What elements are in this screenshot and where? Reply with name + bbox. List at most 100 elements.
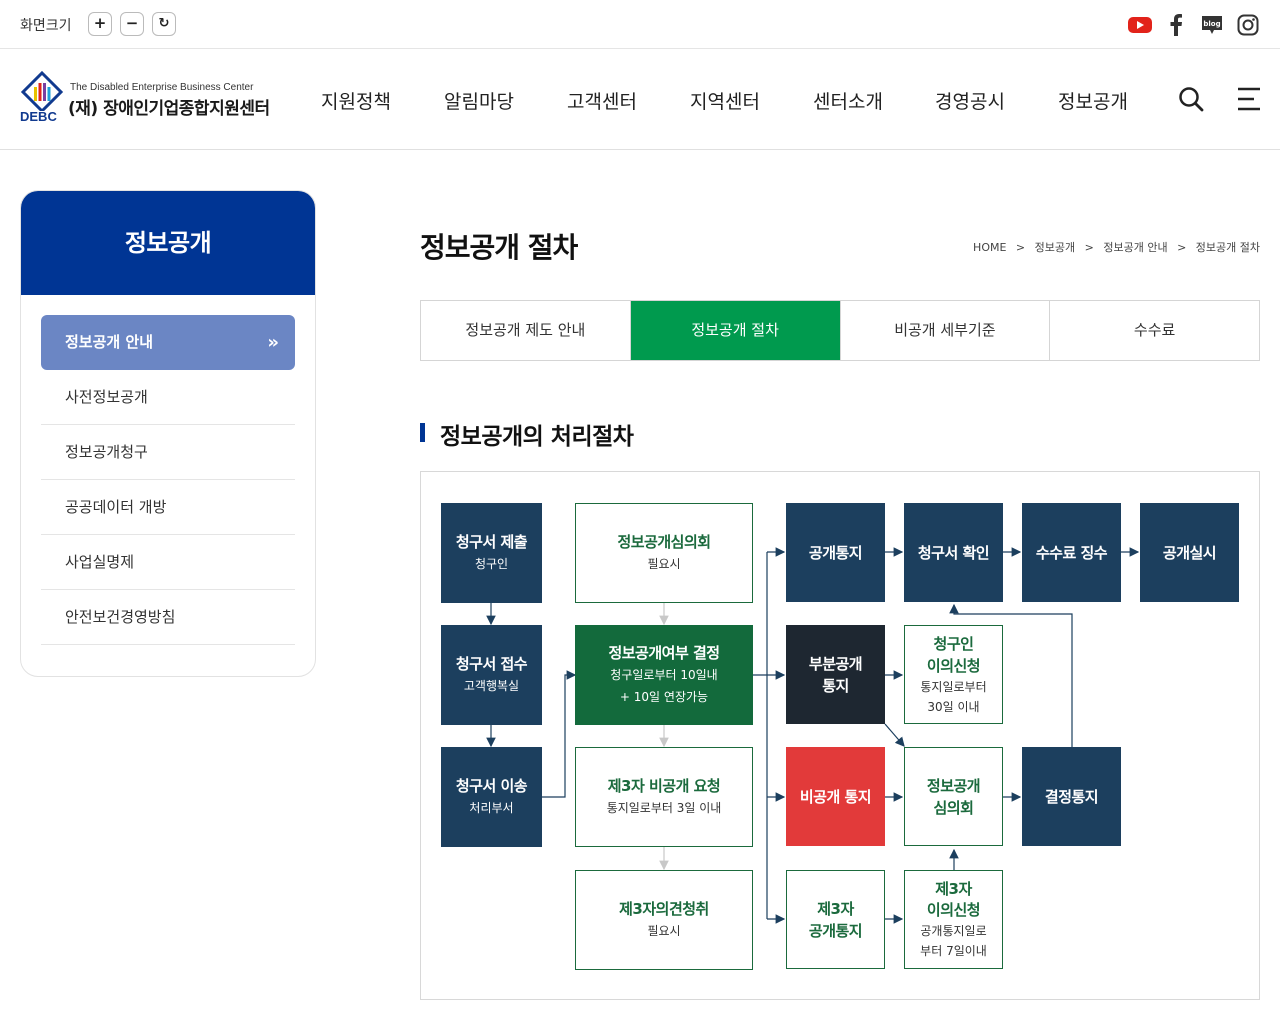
logo-abbreviation: DEBC (20, 109, 57, 124)
logo-korean-name: (재) 장애인기업종합지원센터 (68, 99, 270, 119)
flow-step-review: 정보공개 심의회 (904, 747, 1003, 846)
flow-step-submit: 청구서 제출 청구인 (441, 503, 542, 603)
sidebar-item-public-data[interactable]: 공공데이터 개방 (41, 480, 295, 535)
sidebar-item-disclosure-request[interactable]: 정보공개청구 (41, 425, 295, 480)
logo-mark-icon (20, 71, 64, 111)
flow-step-title: 청구서 접수 (455, 655, 528, 673)
menu-icon[interactable] (1236, 85, 1264, 113)
youtube-icon[interactable] (1127, 12, 1153, 38)
flow-step-notify-open: 공개통지 (786, 503, 885, 602)
flow-step-note: 청구인 (474, 557, 509, 571)
flow-step-third-objection: 제3자 이의신청 공개통지일로 부터 7일이내 (904, 870, 1003, 969)
breadcrumb-item[interactable]: 정보공개 (1035, 241, 1075, 254)
instagram-icon[interactable] (1235, 12, 1261, 38)
gnb-item-management-disclosure[interactable]: 경영공시 (935, 87, 1005, 114)
sidebar-item-project-real-name[interactable]: 사업실명제 (41, 535, 295, 590)
font-size-label: 화면크기 (20, 18, 72, 34)
blog-icon[interactable]: blog (1199, 12, 1225, 38)
flow-step-receive: 청구서 접수 고객행복실 (441, 625, 542, 725)
flow-step-title: 청구서 확인 (917, 543, 990, 562)
tab-procedure[interactable]: 정보공개 절차 (630, 301, 841, 360)
flow-step-title: 이의신청 (926, 900, 981, 919)
flow-step-title: 이의신청 (926, 656, 981, 675)
flow-step-transfer: 청구서 이송 처리부서 (441, 747, 542, 847)
section-title: 정보공개의 처리절차 (420, 417, 634, 451)
breadcrumb-current: 정보공개 절차 (1195, 241, 1260, 254)
flow-step-note: 30일 이내 (927, 699, 980, 714)
flow-step-decision: 정보공개여부 결정 청구일로부터 10일내 + 10일 연장가능 (575, 625, 753, 725)
process-flow-diagram: 청구서 제출 청구인 청구서 접수 고객행복실 청구서 이송 처리부서 정보공개… (420, 471, 1260, 1000)
gnb-item-support-policy[interactable]: 지원정책 (321, 87, 391, 114)
breadcrumb-separator: > (1015, 241, 1026, 254)
flow-step-third-opinion: 제3자의견청취 필요시 (575, 870, 753, 970)
site-logo[interactable]: The Disabled Enterprise Business Center … (20, 71, 290, 129)
breadcrumb-home[interactable]: HOME (973, 241, 1006, 254)
sidebar: 정보공개 정보공개 안내 » 사전정보공개 정보공개청구 공공데이터 개방 사업… (20, 190, 316, 677)
flow-step-title: 심의회 (933, 798, 974, 817)
page-title: 정보공개 절차 (420, 231, 578, 264)
facebook-icon[interactable] (1163, 12, 1189, 38)
flow-step-title: 청구인 (933, 634, 974, 653)
flow-step-title: 청구서 제출 (455, 533, 528, 551)
flow-step-confirm: 청구서 확인 (904, 503, 1003, 602)
flow-step-title: 공개통지 (808, 543, 863, 562)
sidebar-item-disclosure-guide[interactable]: 정보공개 안내 » (41, 315, 295, 370)
flow-step-fee: 수수료 징수 (1022, 503, 1121, 602)
flow-step-execute: 공개실시 (1140, 503, 1239, 602)
flow-step-partial: 부분공개 통지 (786, 625, 885, 724)
flow-step-note: 필요시 (647, 557, 681, 571)
double-chevron-right-icon: » (267, 332, 279, 353)
flow-step-title: 수수료 징수 (1035, 543, 1108, 562)
flow-step-third-request: 제3자 비공개 요청 통지일로부터 3일 이내 (575, 747, 753, 847)
flow-step-title: 정보공개심의회 (617, 533, 711, 551)
flow-step-nondisclose: 비공개 통지 (786, 747, 885, 846)
flow-step-title: 제3자의견청취 (619, 900, 709, 918)
flow-step-title: 부분공개 (808, 654, 863, 673)
flow-step-third-notify: 제3자 공개통지 (786, 870, 885, 969)
gnb-item-customer-center[interactable]: 고객센터 (567, 87, 637, 114)
gnb-item-information-disclosure[interactable]: 정보공개 (1058, 87, 1128, 114)
flow-step-note: 고객행복실 (463, 679, 520, 693)
tab-fees[interactable]: 수수료 (1050, 301, 1259, 360)
flow-step-note: 필요시 (647, 924, 681, 938)
site-header: The Disabled Enterprise Business Center … (0, 49, 1280, 150)
zoom-in-button[interactable]: + (88, 12, 112, 36)
sidebar-title: 정보공개 (21, 191, 315, 295)
flow-step-note: 통지일로부터 3일 이내 (606, 801, 722, 815)
flow-step-note: 공개통지일로 (920, 923, 987, 938)
flow-step-note: 청구일로부터 10일내 (610, 668, 718, 682)
flow-step-title: 비공개 통지 (799, 787, 872, 806)
breadcrumb-separator: > (1084, 241, 1094, 254)
flow-step-title: 제3자 비공개 요청 (607, 777, 721, 795)
flow-step-title: 청구서 이송 (455, 777, 528, 795)
zoom-out-button[interactable]: − (120, 12, 144, 36)
flow-step-committee: 정보공개심의회 필요시 (575, 503, 753, 603)
flow-step-objection: 청구인 이의신청 통지일로부터 30일 이내 (904, 625, 1003, 724)
flow-step-title: 제3자 (817, 899, 854, 918)
flow-step-title: 정보공개여부 결정 (608, 644, 720, 662)
gnb-item-notice[interactable]: 알림마당 (444, 87, 514, 114)
breadcrumb-separator: > (1177, 241, 1187, 254)
flow-step-title: 공개실시 (1162, 543, 1217, 562)
zoom-reset-button[interactable]: ↻ (152, 12, 176, 36)
gnb-item-regional-center[interactable]: 지역센터 (690, 87, 760, 114)
flow-step-title: 정보공개 (926, 776, 981, 795)
sidebar-item-safety-policy[interactable]: 안전보건경영방침 (41, 590, 295, 645)
tab-bar: 정보공개 제도 안내 정보공개 절차 비공개 세부기준 수수료 (420, 300, 1260, 361)
search-icon[interactable] (1177, 85, 1205, 113)
breadcrumb-item[interactable]: 정보공개 안내 (1103, 241, 1167, 254)
sidebar-item-label: 정보공개 안내 (65, 333, 154, 351)
flow-step-note: + 10일 연장가능 (619, 690, 709, 704)
flow-step-note: 부터 7일이내 (920, 943, 987, 958)
tab-nondisclosure-criteria[interactable]: 비공개 세부기준 (841, 301, 1051, 360)
flow-step-title: 제3자 (935, 879, 972, 898)
flow-step-note: 통지일로부터 (920, 679, 987, 694)
utility-bar: 화면크기 + − ↻ blog (0, 0, 1280, 49)
tab-system-guide[interactable]: 정보공개 제도 안내 (421, 301, 631, 360)
blog-icon-text: blog (1203, 20, 1220, 28)
gnb-item-about[interactable]: 센터소개 (813, 87, 883, 114)
flow-step-result: 결정통지 (1022, 747, 1121, 846)
sidebar-item-pre-disclosure[interactable]: 사전정보공개 (41, 370, 295, 425)
flow-step-title: 결정통지 (1044, 787, 1099, 806)
flow-step-title: 통지 (822, 676, 849, 695)
